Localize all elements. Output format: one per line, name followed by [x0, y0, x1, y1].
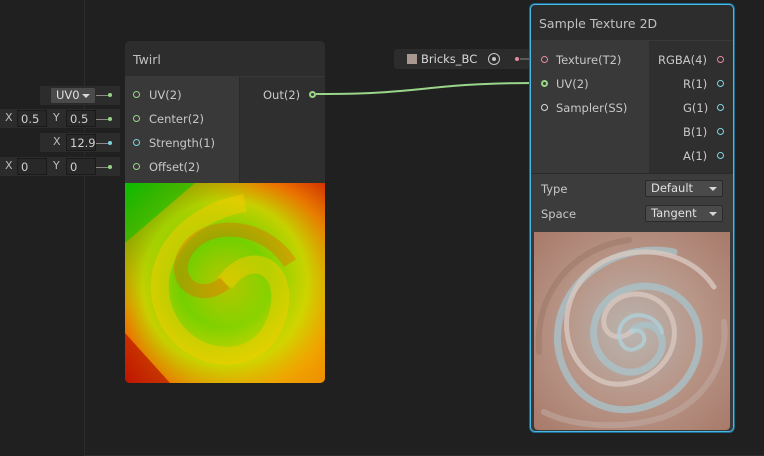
type-dropdown[interactable]: Default [645, 180, 723, 197]
g-output-label: G(1) [683, 101, 709, 115]
uv-input-port-sample[interactable] [541, 80, 548, 87]
space-dropdown-value: Tangent [651, 206, 697, 220]
sampler-input-label: Sampler(SS) [556, 101, 628, 115]
rgba-output-label: RGBA(4) [658, 53, 707, 67]
sample-node-title: Sample Texture 2D [539, 16, 658, 31]
r-output-port[interactable] [717, 80, 724, 87]
g-output-port[interactable] [717, 104, 724, 111]
sample-node-header[interactable]: Sample Texture 2D [531, 5, 733, 40]
sample-preview-image [534, 232, 730, 430]
space-setting-label: Space [541, 207, 577, 221]
twirl-to-uv-wire [316, 82, 536, 95]
b-output-port[interactable] [717, 128, 724, 135]
a-output-port[interactable] [717, 152, 724, 159]
type-setting-label: Type [541, 182, 568, 196]
a-output-label: A(1) [683, 149, 708, 163]
space-dropdown[interactable]: Tangent [645, 205, 723, 222]
chevron-down-icon [709, 187, 717, 191]
b-output-label: B(1) [683, 125, 708, 139]
uv-input-label-sample: UV(2) [556, 77, 589, 91]
type-dropdown-value: Default [651, 181, 694, 195]
texture-input-label: Texture(T2) [556, 53, 622, 67]
sample-texture-2d-node[interactable]: Sample Texture 2D Texture(T2) UV(2) Samp… [530, 4, 734, 432]
sample-settings-panel: Type Default Space Tangent [531, 173, 733, 232]
chevron-down-icon [709, 212, 717, 216]
r-output-label: R(1) [683, 77, 708, 91]
rgba-output-port[interactable] [717, 56, 724, 63]
texture-input-port[interactable] [541, 56, 548, 63]
sampler-input-port[interactable] [541, 104, 548, 111]
